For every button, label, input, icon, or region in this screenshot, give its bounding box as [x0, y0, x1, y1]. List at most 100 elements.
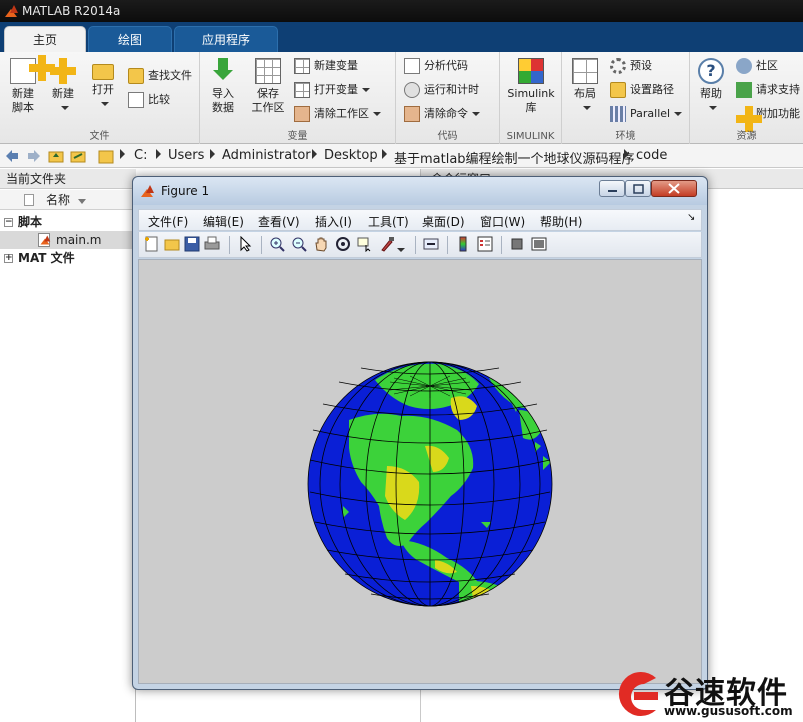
breadcrumb-drive[interactable]: C:: [134, 148, 147, 163]
figure-canvas[interactable]: [138, 259, 702, 684]
data-cursor-icon[interactable]: [357, 236, 373, 252]
menu-file[interactable]: 文件(F): [148, 213, 188, 230]
new-variable-button[interactable]: 新建变量: [292, 56, 358, 76]
new-button[interactable]: 新建: [42, 56, 84, 115]
menu-desktop[interactable]: 桌面(D): [422, 213, 465, 230]
print-icon[interactable]: [204, 236, 220, 252]
open-variable-icon: [294, 82, 310, 98]
menu-view[interactable]: 查看(V): [258, 213, 300, 230]
new-variable-label: 新建变量: [314, 59, 358, 72]
import-label-1: 导入: [212, 87, 234, 100]
tab-home[interactable]: 主页: [4, 26, 86, 52]
tree-item-main-m[interactable]: main.m: [0, 231, 135, 249]
breadcrumb-code[interactable]: code: [636, 148, 667, 163]
zoom-out-icon[interactable]: [291, 236, 307, 252]
simulink-label-2: 库: [525, 101, 537, 114]
layout-button[interactable]: 布局: [564, 56, 606, 115]
breadcrumb-desktop[interactable]: Desktop: [324, 148, 378, 163]
support-arrow-icon: [736, 82, 752, 98]
pan-hand-icon[interactable]: [313, 236, 329, 252]
request-support-label: 请求支持: [756, 83, 800, 96]
run-and-time-button[interactable]: 运行和计时: [402, 80, 479, 100]
new-variable-icon: [294, 58, 310, 74]
save-ws-label-2: 工作区: [251, 101, 285, 114]
open-button[interactable]: 打开: [82, 56, 124, 111]
new-figure-icon[interactable]: [144, 236, 160, 252]
folder-icon: [92, 64, 114, 80]
minimize-button[interactable]: [599, 180, 625, 197]
new-script-icon: [10, 55, 55, 84]
collapse-icon[interactable]: −: [4, 218, 13, 227]
menu-edit[interactable]: 编辑(E): [203, 213, 244, 230]
matlab-logo-icon: [140, 184, 154, 198]
tree-group-scripts-label: 脚本: [18, 215, 43, 229]
import-data-button[interactable]: 导入 数据: [202, 56, 244, 115]
ribbon: 新建 脚本 新建 打开 查找文件 比较 文件 导入 数据 保存 工作区 新建变量…: [0, 52, 803, 144]
address-bar: C: Users Administrator Desktop 基于matlab编…: [0, 144, 803, 168]
rotate-3d-icon[interactable]: [335, 236, 351, 252]
help-button[interactable]: ? 帮助: [690, 56, 732, 115]
figure-window[interactable]: Figure 1 文件(F) 编辑(E) 查看(V) 插入(I) 工具(T) 桌…: [132, 176, 708, 690]
pointer-icon[interactable]: [237, 236, 253, 252]
simulink-library-button[interactable]: Simulink 库: [504, 56, 558, 115]
legend-icon[interactable]: [477, 236, 493, 252]
tree-group-mat-files[interactable]: + MAT 文件: [4, 249, 75, 267]
request-support-button[interactable]: 请求支持: [734, 80, 800, 100]
zoom-in-icon[interactable]: [269, 236, 285, 252]
group-resources-label: 资源: [736, 131, 757, 142]
menu-help[interactable]: 帮助(H): [540, 213, 582, 230]
save-workspace-button[interactable]: 保存 工作区: [244, 56, 292, 115]
save-icon[interactable]: [184, 236, 200, 252]
breadcrumb-administrator[interactable]: Administrator: [222, 148, 311, 163]
show-plot-tools-icon[interactable]: [531, 236, 547, 252]
globe-plot[interactable]: [139, 260, 701, 683]
find-files-label: 查找文件: [148, 69, 192, 82]
menu-insert[interactable]: 插入(I): [315, 213, 352, 230]
brush-icon[interactable]: [379, 236, 395, 252]
menu-tools[interactable]: 工具(T): [368, 213, 409, 230]
community-label: 社区: [756, 59, 778, 72]
analyze-code-button[interactable]: 分析代码: [402, 56, 468, 76]
expand-icon[interactable]: +: [4, 254, 13, 263]
brush-dropdown-icon[interactable]: [397, 242, 405, 252]
browse-folder-icon[interactable]: [70, 148, 86, 164]
community-button[interactable]: 社区: [734, 56, 778, 76]
preferences-button[interactable]: 预设: [608, 56, 652, 76]
name-column-header[interactable]: 名称: [0, 190, 136, 210]
forward-arrow-icon[interactable]: [26, 148, 42, 164]
close-button[interactable]: [651, 180, 697, 197]
open-file-icon[interactable]: [164, 236, 180, 252]
import-label-2: 数据: [212, 101, 234, 114]
clear-workspace-button[interactable]: 清除工作区: [292, 104, 381, 124]
preferences-label: 预设: [630, 59, 652, 72]
up-folder-icon[interactable]: [48, 148, 64, 164]
link-plot-icon[interactable]: [423, 236, 439, 252]
current-folder-title: 当前文件夹: [0, 169, 136, 189]
maximize-button[interactable]: [625, 180, 651, 197]
compare-label: 比较: [148, 93, 170, 106]
clear-commands-button[interactable]: 清除命令: [402, 104, 480, 124]
figure-title-bar[interactable]: Figure 1: [133, 177, 707, 205]
tab-plots[interactable]: 绘图: [88, 26, 172, 52]
back-arrow-icon[interactable]: [4, 148, 20, 164]
menu-window[interactable]: 窗口(W): [480, 213, 525, 230]
current-folder-panel: 当前文件夹 名称 − 脚本 main.m + MAT 文件: [0, 169, 136, 722]
eraser-icon: [294, 106, 310, 122]
tab-apps[interactable]: 应用程序: [174, 26, 278, 52]
breadcrumb-project-folder[interactable]: 基于matlab编程绘制一个地球仪源码程序: [394, 148, 635, 167]
colorbar-icon[interactable]: [455, 236, 471, 252]
clear-workspace-label: 清除工作区: [314, 107, 369, 120]
menu-overflow-icon[interactable]: ↘: [687, 212, 695, 223]
open-variable-button[interactable]: 打开变量: [292, 80, 370, 100]
hide-plot-tools-icon[interactable]: [509, 236, 525, 252]
find-files-button[interactable]: 查找文件: [126, 66, 192, 86]
watermark-url: www.gususoft.com: [664, 704, 793, 718]
new-script-button[interactable]: 新建 脚本: [2, 55, 55, 115]
set-path-button[interactable]: 设置路径: [608, 80, 674, 100]
compare-button[interactable]: 比较: [126, 90, 170, 110]
analyze-code-label: 分析代码: [424, 59, 468, 72]
parallel-button[interactable]: Parallel: [608, 104, 683, 124]
add-ons-button[interactable]: 附加功能: [734, 104, 800, 132]
breadcrumb-users[interactable]: Users: [168, 148, 204, 163]
tree-group-scripts[interactable]: − 脚本: [4, 213, 42, 231]
